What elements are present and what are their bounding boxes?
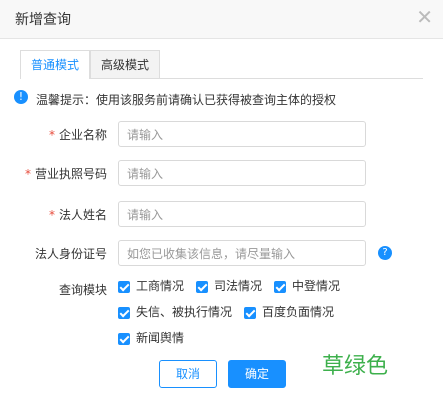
legal-name-input[interactable]: 请输入 <box>118 201 366 227</box>
company-name-row: * 企业名称 请输入 <box>0 121 443 149</box>
cancel-button[interactable]: 取消 <box>159 360 217 388</box>
module-checkbox-zhongdeng[interactable]: 中登情况 <box>274 279 340 293</box>
module-checkbox-news[interactable]: 新闻舆情 <box>118 331 184 345</box>
module-checkbox-baidu-negative[interactable]: 百度负面情况 <box>244 305 334 319</box>
required-mark: * <box>24 167 31 181</box>
legal-id-row: 法人身份证号 如您已收集该信息，请尽量输入 ? <box>0 240 443 268</box>
module-checkbox-business[interactable]: 工商情况 <box>118 279 184 293</box>
license-no-row: * 营业执照号码 请输入 <box>0 160 443 188</box>
checkbox-checked-icon <box>244 306 256 319</box>
module-checkbox-judicial[interactable]: 司法情况 <box>196 279 262 293</box>
watermark-text: 草绿色 <box>322 354 389 379</box>
mode-tabs: 普通模式 高级模式 <box>20 50 423 79</box>
dialog-header: 新增查询 ✕ <box>0 0 443 39</box>
tip-text: 温馨提示：使用该服务前请确认已获得被查询主体的授权 <box>36 93 337 107</box>
close-icon[interactable]: ✕ <box>416 5 433 29</box>
legal-id-input[interactable]: 如您已收集该信息，请尽量输入 <box>118 240 366 266</box>
query-modules-label: 查询模块 <box>58 283 107 297</box>
tab-normal-mode[interactable]: 普通模式 <box>20 50 91 79</box>
warm-tip: ! 温馨提示：使用该服务前请确认已获得被查询主体的授权 <box>14 90 337 108</box>
company-name-input[interactable]: 请输入 <box>118 121 366 147</box>
module-checkbox-dishonest[interactable]: 失信、被执行情况 <box>118 305 232 319</box>
dialog-title: 新增查询 <box>15 12 71 28</box>
legal-name-row: * 法人姓名 请输入 <box>0 201 443 229</box>
info-icon: ! <box>14 90 28 104</box>
company-name-label: * 企业名称 <box>48 128 107 142</box>
legal-name-label: * 法人姓名 <box>48 208 107 222</box>
checkbox-checked-icon <box>118 280 130 293</box>
tab-advanced-mode[interactable]: 高级模式 <box>90 50 161 78</box>
checkbox-checked-icon <box>274 280 286 293</box>
checkbox-checked-icon <box>196 280 208 293</box>
license-no-input[interactable]: 请输入 <box>118 160 366 186</box>
help-icon[interactable]: ? <box>378 246 392 260</box>
checkbox-checked-icon <box>118 332 130 345</box>
required-mark: * <box>48 208 55 222</box>
required-mark: * <box>48 128 55 142</box>
license-no-label: * 营业执照号码 <box>24 167 107 181</box>
add-query-dialog: 新增查询 ✕ 普通模式 高级模式 ! 温馨提示：使用该服务前请确认已获得被查询主… <box>0 0 443 395</box>
ok-button[interactable]: 确定 <box>228 360 286 388</box>
checkbox-checked-icon <box>118 306 130 319</box>
legal-id-label: 法人身份证号 <box>34 247 107 261</box>
